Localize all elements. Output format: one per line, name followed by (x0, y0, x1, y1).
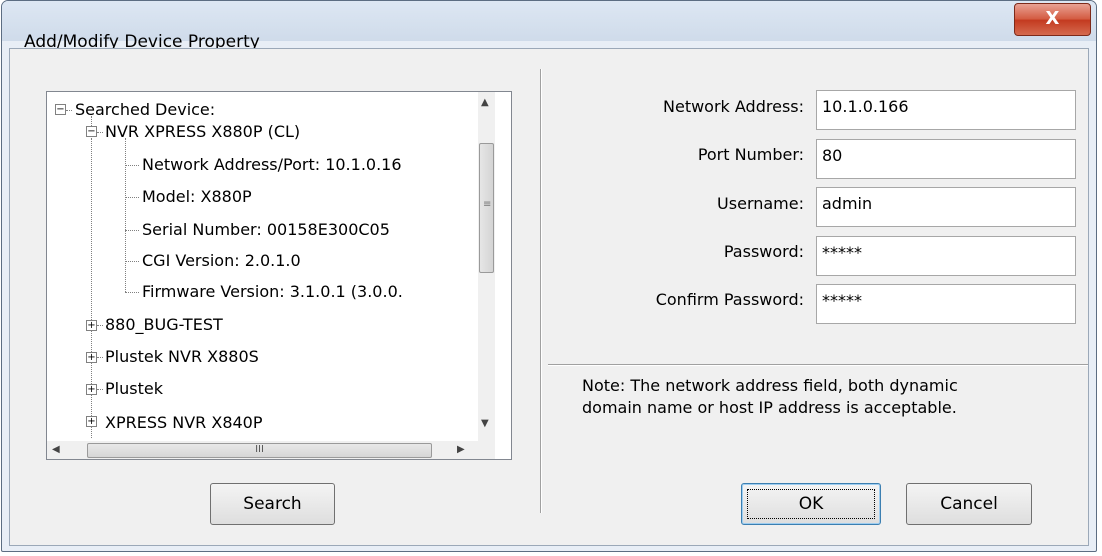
tree-connector (125, 230, 139, 231)
scroll-corner (478, 441, 495, 459)
note-text: Note: The network address field, both dy… (582, 375, 958, 419)
ok-button[interactable]: OK (741, 483, 881, 525)
collapse-icon[interactable]: − (55, 104, 66, 115)
vertical-divider (540, 69, 542, 513)
tree-item[interactable]: Model: X880P (142, 187, 252, 207)
network-address-label: Network Address: (663, 97, 804, 116)
tree-connector (97, 132, 103, 133)
tree-item[interactable]: XPRESS NVR X840P (105, 413, 263, 433)
expand-icon[interactable]: + (86, 416, 97, 427)
password-field[interactable]: ***** (816, 236, 1076, 276)
username-field[interactable]: admin (816, 187, 1076, 227)
focus-ring (747, 489, 875, 519)
tree-connector (125, 165, 139, 166)
tree-connector (97, 325, 103, 326)
device-tree[interactable]: − Searched Device: − NVR XPRESS X880P (C… (46, 91, 512, 460)
username-label: Username: (717, 194, 804, 213)
note-line: Note: The network address field, both dy… (582, 376, 958, 395)
tree-connector (125, 197, 139, 198)
close-icon: X (1045, 8, 1060, 29)
password-label: Password: (723, 242, 804, 261)
collapse-icon[interactable]: − (86, 126, 97, 137)
port-number-label: Port Number: (697, 145, 804, 164)
search-button[interactable]: Search (210, 483, 335, 525)
scroll-right-icon[interactable]: ▶ (457, 444, 465, 455)
close-button[interactable]: X (1014, 3, 1091, 36)
tree-item[interactable]: 880_BUG-TEST (105, 315, 223, 335)
tree-root-label[interactable]: Searched Device: (75, 100, 215, 120)
port-number-field[interactable]: 80 (816, 139, 1076, 179)
tree-connector (125, 292, 139, 293)
horizontal-divider (548, 364, 1088, 366)
tree-item[interactable]: CGI Version: 2.0.1.0 (142, 251, 301, 271)
horizontal-scroll-thumb[interactable]: III (87, 443, 432, 458)
tree-device-label[interactable]: NVR XPRESS X880P (CL) (105, 122, 300, 142)
grip-icon: ≡ (483, 199, 492, 210)
tree-item[interactable]: Plustek NVR X880S (105, 347, 259, 367)
tree-item[interactable]: Serial Number: 00158E300C05 (142, 220, 390, 240)
scroll-left-icon[interactable]: ◀ (52, 444, 60, 455)
tree-connector (97, 389, 103, 390)
network-address-field[interactable]: 10.1.0.166 (816, 90, 1076, 130)
scroll-down-icon[interactable]: ▼ (481, 418, 489, 429)
dialog-client-area: − Searched Device: − NVR XPRESS X880P (C… (9, 48, 1089, 546)
tree-connector (125, 261, 139, 262)
tree-connector (97, 357, 103, 358)
grip-icon: III (255, 444, 264, 455)
note-line: domain name or host IP address is accept… (582, 398, 957, 417)
confirm-password-field[interactable]: ***** (816, 284, 1076, 324)
title-bar: Add/Modify Device Property (2, 1, 1096, 52)
expand-icon[interactable]: + (86, 320, 97, 331)
expand-icon[interactable]: + (86, 352, 97, 363)
confirm-password-label: Confirm Password: (655, 290, 804, 309)
tree-connector (125, 138, 126, 292)
tree-item[interactable]: Firmware Version: 3.1.0.1 (3.0.0. (142, 282, 403, 302)
tree-connector (91, 116, 92, 126)
scroll-up-icon[interactable]: ▲ (481, 97, 489, 108)
tree-item[interactable]: Plustek (105, 379, 163, 399)
tree-item[interactable]: Network Address/Port: 10.1.0.16 (142, 155, 402, 175)
expand-icon[interactable]: + (86, 384, 97, 395)
tree-connector (66, 110, 72, 111)
cancel-button[interactable]: Cancel (906, 483, 1032, 525)
